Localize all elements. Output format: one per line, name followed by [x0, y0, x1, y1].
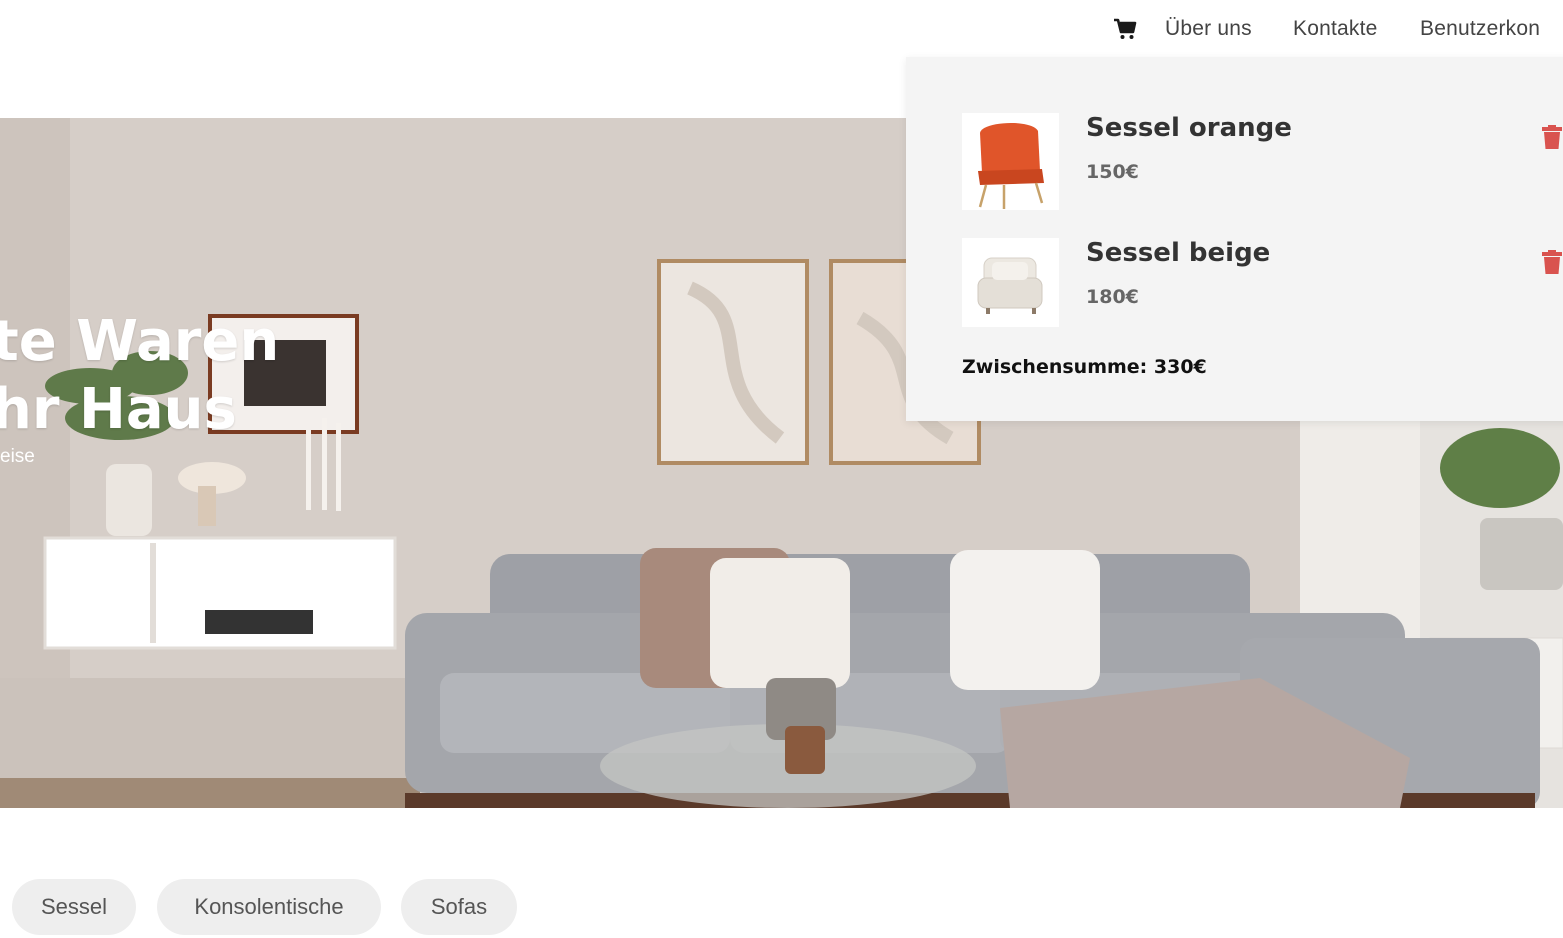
cart-item-name[interactable]: Sessel beige: [1086, 238, 1270, 268]
cart-item-image[interactable]: [962, 113, 1059, 210]
nav-link-account[interactable]: Benutzerkon: [1420, 17, 1540, 41]
trash-icon[interactable]: [1540, 125, 1563, 151]
cart-item-name[interactable]: Sessel orange: [1086, 113, 1292, 143]
cart-item-price: 180€: [1086, 286, 1139, 308]
cart-item-image[interactable]: [962, 238, 1059, 327]
trash-icon[interactable]: [1540, 250, 1563, 276]
cart-item: Sessel beige 180€: [962, 238, 1562, 338]
category-pill-konsolentische[interactable]: Konsolentische: [157, 879, 381, 935]
hero-subtitle: eise: [0, 446, 35, 467]
top-nav: Über uns Kontakte Benutzerkon: [0, 0, 1563, 60]
hero-title-line-1: te Waren: [0, 309, 280, 374]
hero-title: te Waren hr Haus: [0, 308, 279, 444]
cart-subtotal: Zwischensumme: 330€: [962, 356, 1207, 378]
cart-item-price: 150€: [1086, 161, 1139, 183]
hero-title-line-2: hr Haus: [0, 377, 237, 442]
cart-dropdown: Sessel orange 150€ Sessel beige 180€ Zwi…: [906, 57, 1563, 421]
shopping-cart-icon[interactable]: [1113, 17, 1137, 41]
category-pill-sofas[interactable]: Sofas: [401, 879, 517, 935]
nav-link-about[interactable]: Über uns: [1165, 17, 1252, 41]
nav-link-contacts[interactable]: Kontakte: [1293, 17, 1378, 41]
cart-item: Sessel orange 150€: [962, 113, 1562, 213]
category-pill-sessel[interactable]: Sessel: [12, 879, 136, 935]
